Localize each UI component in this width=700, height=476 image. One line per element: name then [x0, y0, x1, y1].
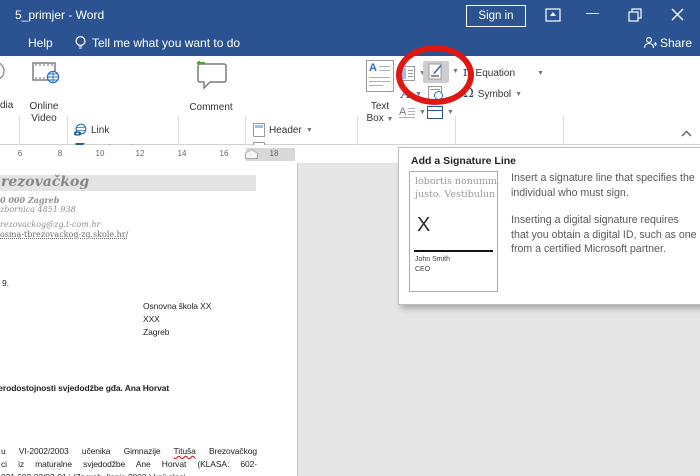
letterhead-url: osma-tbrezovackog-zg.skole.hr/	[0, 230, 128, 239]
letterhead-line: zbornica 4851 938	[0, 205, 76, 214]
ribbon-insert-tab: dia Online Video Media	[0, 56, 700, 145]
chevron-down-icon: ▼	[306, 127, 313, 134]
address-line: Osnovna škola XX	[143, 301, 211, 311]
ruler-number: 12	[136, 149, 145, 158]
body-line-1: u VI-2002/2003 učenika Gimnazije Tituša …	[1, 446, 257, 456]
misspelled-word: Tituša	[174, 446, 196, 456]
wordart-icon: A	[401, 88, 411, 101]
date-time-button[interactable]	[428, 86, 442, 100]
object-button[interactable]: ▼	[427, 104, 454, 120]
tell-me-box[interactable]: Tell me what you want to do	[92, 36, 240, 50]
chevron-up-icon	[681, 130, 692, 137]
signature-line-tooltip: Add a Signature Line lobortis nonumm jus…	[398, 147, 700, 305]
restore-button[interactable]	[628, 8, 642, 22]
ruler-number: 14	[178, 149, 187, 158]
text-box-icon: A	[366, 60, 394, 92]
ruler-number: 10	[96, 149, 105, 158]
comment-button[interactable]: Comment	[186, 60, 236, 94]
body-text: Brezovačkog	[196, 446, 257, 456]
symbol-button[interactable]: Ω Symbol ▼	[463, 86, 522, 102]
comment-bubble-icon	[194, 60, 228, 92]
pi-icon: π	[463, 66, 472, 80]
text-box-button[interactable]: A Text Box ▼	[360, 60, 400, 92]
equation-button[interactable]: π Equation ▼	[463, 65, 555, 81]
link-button[interactable]: Link	[73, 122, 109, 138]
signature-preview-image: lobortis nonumm justo. Vestibulun X John…	[409, 171, 498, 292]
address-line: XXX	[143, 314, 160, 324]
chevron-down-icon: ▼	[387, 116, 394, 123]
signature-line-button[interactable]	[423, 61, 449, 83]
preview-text: justo. Vestibulun	[415, 189, 495, 200]
sign-in-button[interactable]: Sign in	[466, 5, 526, 27]
globe-icon	[46, 70, 60, 84]
header-button[interactable]: Header ▼	[253, 122, 313, 138]
share-button[interactable]: Share	[660, 36, 692, 50]
lightbulb-icon	[74, 35, 87, 51]
signature-line-rule	[414, 250, 493, 252]
quick-parts-icon	[400, 66, 415, 81]
chevron-down-icon: ▼	[419, 109, 426, 116]
restore-icon	[628, 8, 642, 22]
ribbon-display-options-button[interactable]	[545, 8, 561, 22]
preview-text: lobortis nonumm	[415, 176, 497, 187]
ruler-number: 18	[270, 149, 279, 158]
letterhead-email: rezovackog@zg.t-com.hr	[0, 220, 100, 229]
body-line-3-clipped: 021 602-03/02-01 i (Zagreb, lipnja 2003.…	[1, 472, 185, 476]
letterhead-title: rezovačkog	[1, 174, 89, 190]
body-line-2: ci iz maturalne svjedodžbe Ane Horvat (K…	[1, 459, 257, 469]
title-bar: 5_primjer - Word Sign in —	[0, 0, 700, 30]
body-text: u VI-2002/2003 učenika Gimnazije	[1, 446, 174, 456]
date-time-icon	[428, 86, 442, 100]
text-box-label: Box	[367, 113, 384, 124]
drop-cap-icon: A	[399, 106, 415, 119]
address-line: Zagreb	[143, 327, 169, 337]
object-icon	[427, 106, 443, 119]
tooltip-description: Insert a signature line that specifies t…	[511, 171, 699, 257]
signature-line-icon	[428, 63, 444, 80]
tab-help[interactable]: Help	[28, 36, 53, 50]
minimize-button[interactable]: —	[586, 6, 599, 20]
signer-name: John Smith	[415, 256, 450, 263]
document-page[interactable]: rezovačkog 0 000 Zagreb zbornica 4851 93…	[0, 163, 298, 476]
header-icon	[253, 123, 265, 137]
online-video-button[interactable]: Online Video	[24, 60, 64, 92]
window-title: 5_primjer - Word	[15, 8, 104, 22]
word-window: 5_primjer - Word Sign in — Help	[0, 0, 700, 476]
close-icon	[671, 8, 684, 21]
link-icon	[73, 123, 87, 137]
chevron-down-icon: ▼	[515, 91, 522, 98]
date-fragment: 9.	[2, 278, 9, 288]
ribbon-display-options-icon	[545, 8, 561, 22]
tooltip-title: Add a Signature Line	[411, 155, 516, 167]
omega-icon: Ω	[463, 87, 474, 101]
ribbon-tab-row: Help Tell me what you want to do Share	[0, 30, 700, 56]
ruler-number: 6	[18, 149, 22, 158]
signature-x-mark: X	[417, 214, 430, 237]
share-person-icon	[643, 36, 657, 50]
signature-line-dropdown[interactable]: ▼	[452, 68, 459, 75]
tooltip-paragraph-2: Inserting a digital signature requires t…	[511, 213, 699, 257]
letterhead-line: 0 000 Zagreb	[0, 195, 59, 205]
wikipedia-button-label-fragment[interactable]: dia	[0, 100, 13, 111]
subject-line: jerodostojnosti svjedodžbe gđa. Ana Horv…	[0, 383, 169, 393]
drop-cap-button[interactable]: A ▼	[399, 104, 426, 120]
ruler-number: 8	[58, 149, 62, 158]
wikipedia-globe-icon-fragment	[0, 60, 7, 82]
wordart-button[interactable]: A ▼	[401, 86, 422, 102]
signer-role: CEO	[415, 266, 430, 273]
tooltip-paragraph-1: Insert a signature line that specifies t…	[511, 171, 699, 200]
ruler-number: 16	[220, 149, 229, 158]
close-button[interactable]	[671, 8, 684, 21]
collapse-ribbon-button[interactable]	[681, 130, 692, 137]
chevron-down-icon: ▼	[537, 70, 544, 77]
chevron-down-icon: ▼	[447, 109, 454, 116]
chevron-down-icon: ▼	[415, 91, 422, 98]
